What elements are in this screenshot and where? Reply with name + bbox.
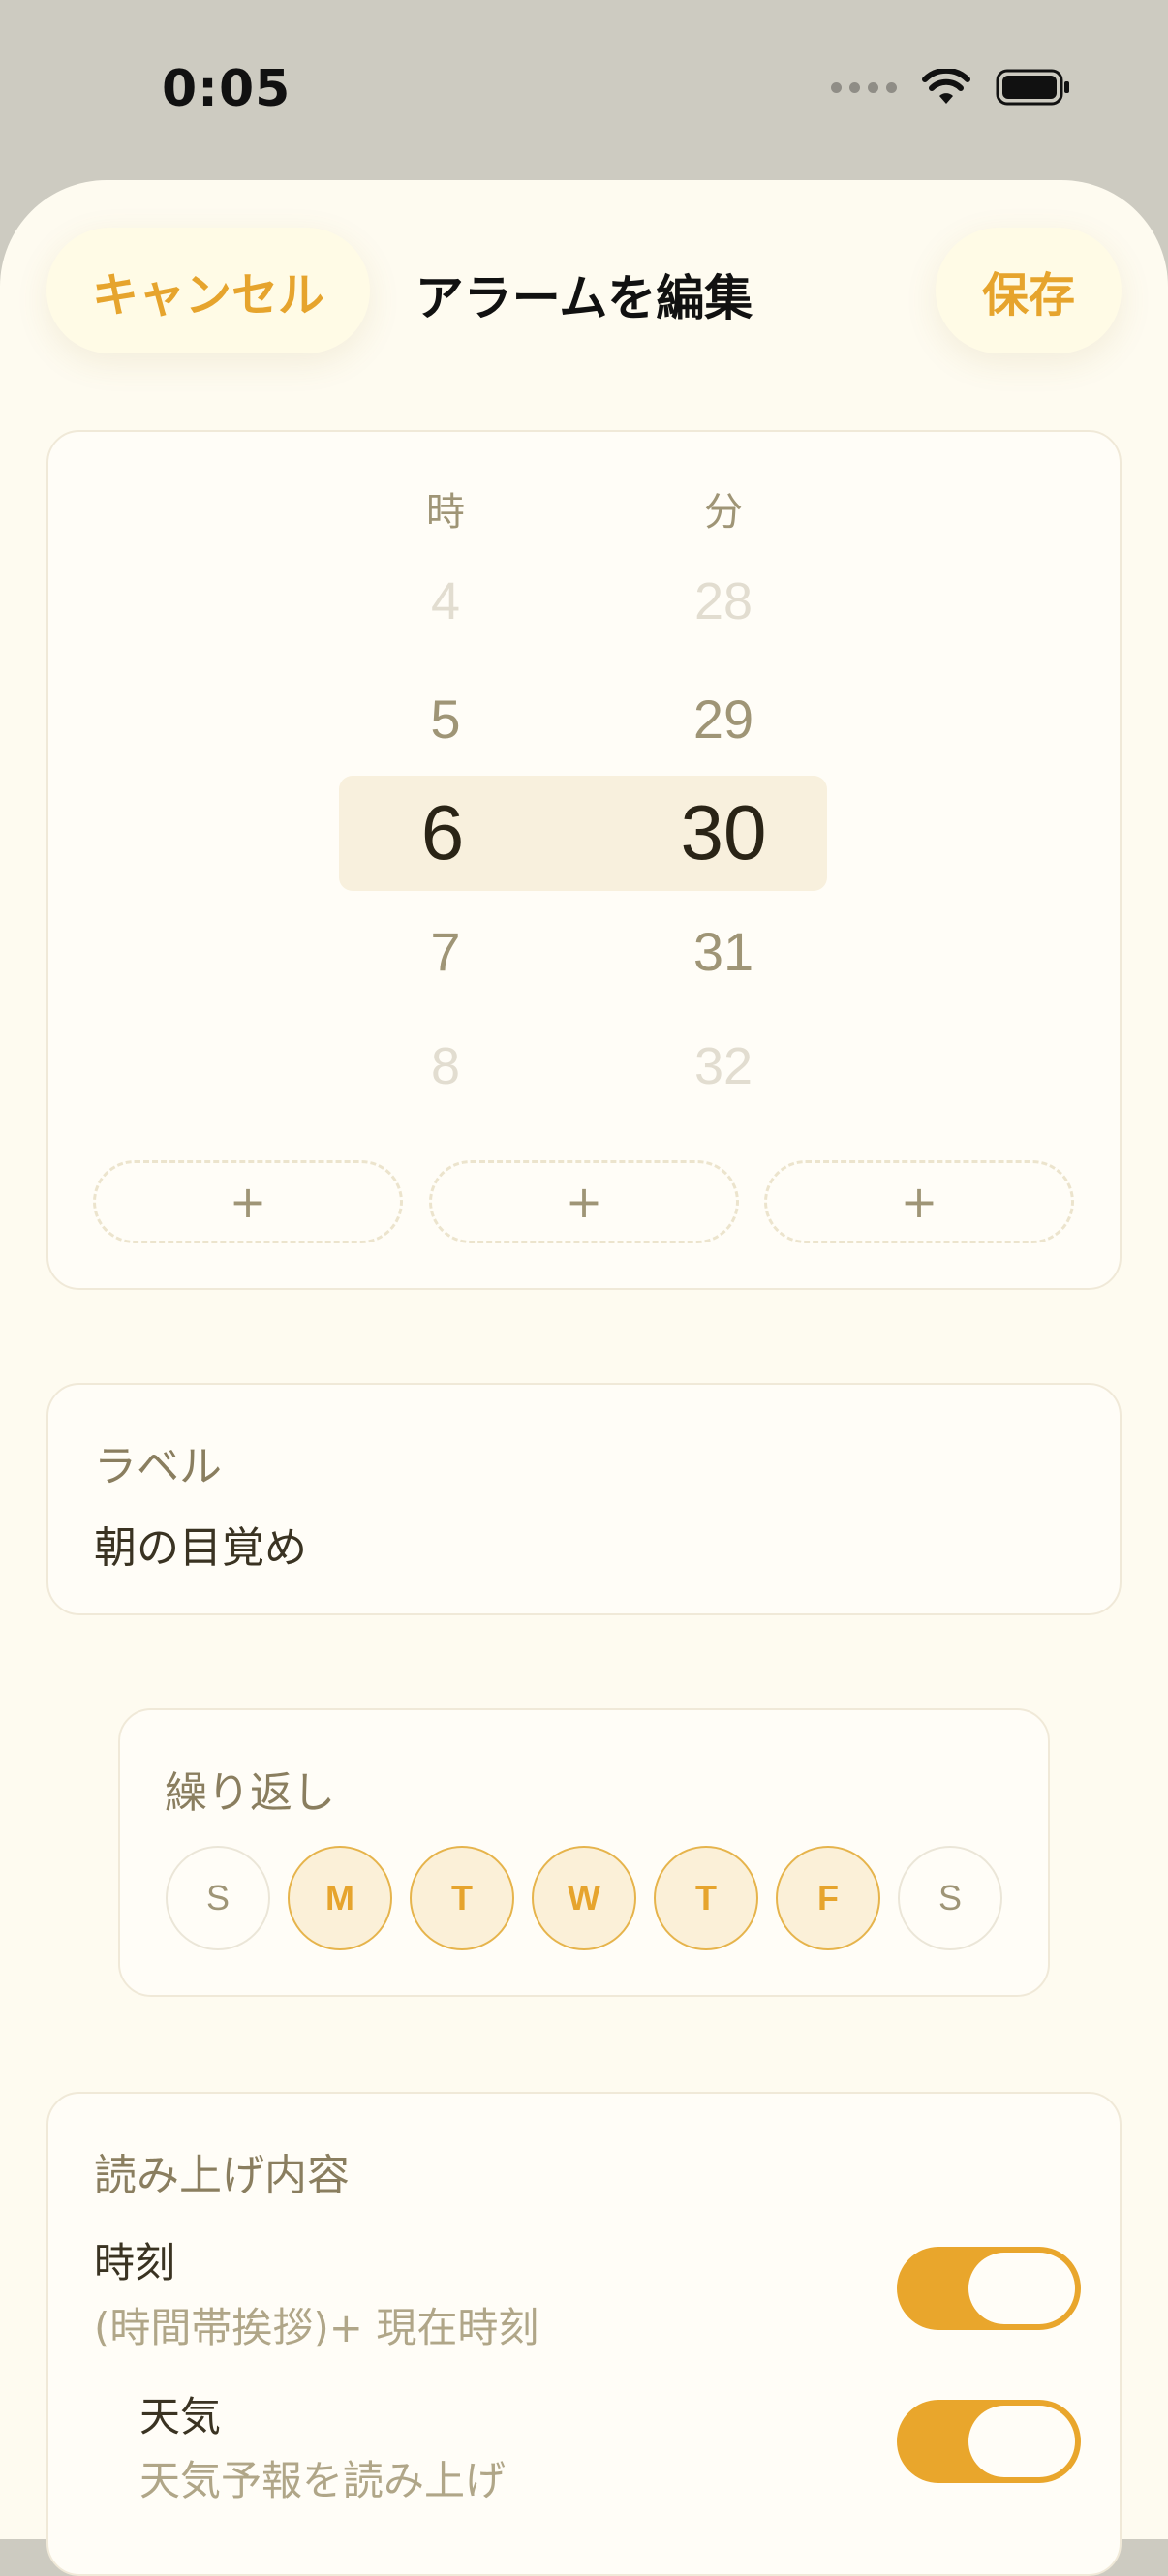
add-alarm-slot-button[interactable]: +: [93, 1160, 403, 1243]
day-toggle-tuesday[interactable]: T: [410, 1846, 514, 1950]
hour-column-label: 時: [426, 490, 465, 535]
readout-section-title: 読み上げ内容: [94, 2151, 350, 2200]
time-readout-subtitle: (時間帯挨拶)+ 現在時刻: [94, 2304, 539, 2351]
minute-selected[interactable]: 30: [627, 788, 820, 877]
status-bar: 0:05: [0, 0, 1168, 184]
page-title: アラームを編集: [415, 270, 753, 326]
label-input[interactable]: 朝の目覚め: [94, 1513, 307, 1575]
weather-readout-toggle[interactable]: [897, 2400, 1081, 2483]
save-button[interactable]: 保存: [936, 228, 1122, 353]
toggle-knob: [968, 2406, 1075, 2477]
status-time: 0:05: [162, 60, 292, 118]
time-readout-toggle[interactable]: [897, 2247, 1081, 2330]
weather-readout-title: 天気: [139, 2393, 222, 2440]
hour-option[interactable]: 8: [349, 1036, 542, 1096]
minute-option[interactable]: 29: [627, 688, 820, 751]
day-toggle-saturday[interactable]: S: [898, 1846, 1002, 1950]
minute-option[interactable]: 31: [627, 920, 820, 983]
day-toggle-monday[interactable]: M: [288, 1846, 392, 1950]
day-toggle-friday[interactable]: F: [776, 1846, 880, 1950]
hour-selected[interactable]: 6: [346, 788, 539, 877]
battery-icon: [996, 68, 1071, 107]
cellular-signal-icon: [831, 81, 897, 93]
status-icons: [831, 68, 1071, 107]
weather-readout-subtitle: 天気予報を読み上げ: [139, 2457, 507, 2504]
wifi-icon: [922, 69, 970, 106]
add-alarm-slot-button[interactable]: +: [429, 1160, 739, 1243]
minute-option[interactable]: 28: [627, 571, 820, 631]
day-toggle-wednesday[interactable]: W: [532, 1846, 636, 1950]
hour-option[interactable]: 4: [349, 571, 542, 631]
day-toggle-thursday[interactable]: T: [654, 1846, 758, 1950]
time-readout-title: 時刻: [94, 2239, 176, 2286]
hour-option[interactable]: 5: [349, 688, 542, 751]
day-toggle-sunday[interactable]: S: [166, 1846, 270, 1950]
toggle-knob: [968, 2253, 1075, 2324]
cancel-button[interactable]: キャンセル: [46, 228, 370, 353]
hour-option[interactable]: 7: [349, 920, 542, 983]
minute-option[interactable]: 32: [627, 1036, 820, 1096]
label-section-title: ラベル: [94, 1442, 222, 1491]
label-card[interactable]: [46, 1383, 1122, 1615]
add-alarm-slot-button[interactable]: +: [764, 1160, 1074, 1243]
minute-column-label: 分: [704, 490, 743, 535]
repeat-section-title: 繰り返し: [165, 1768, 335, 1818]
